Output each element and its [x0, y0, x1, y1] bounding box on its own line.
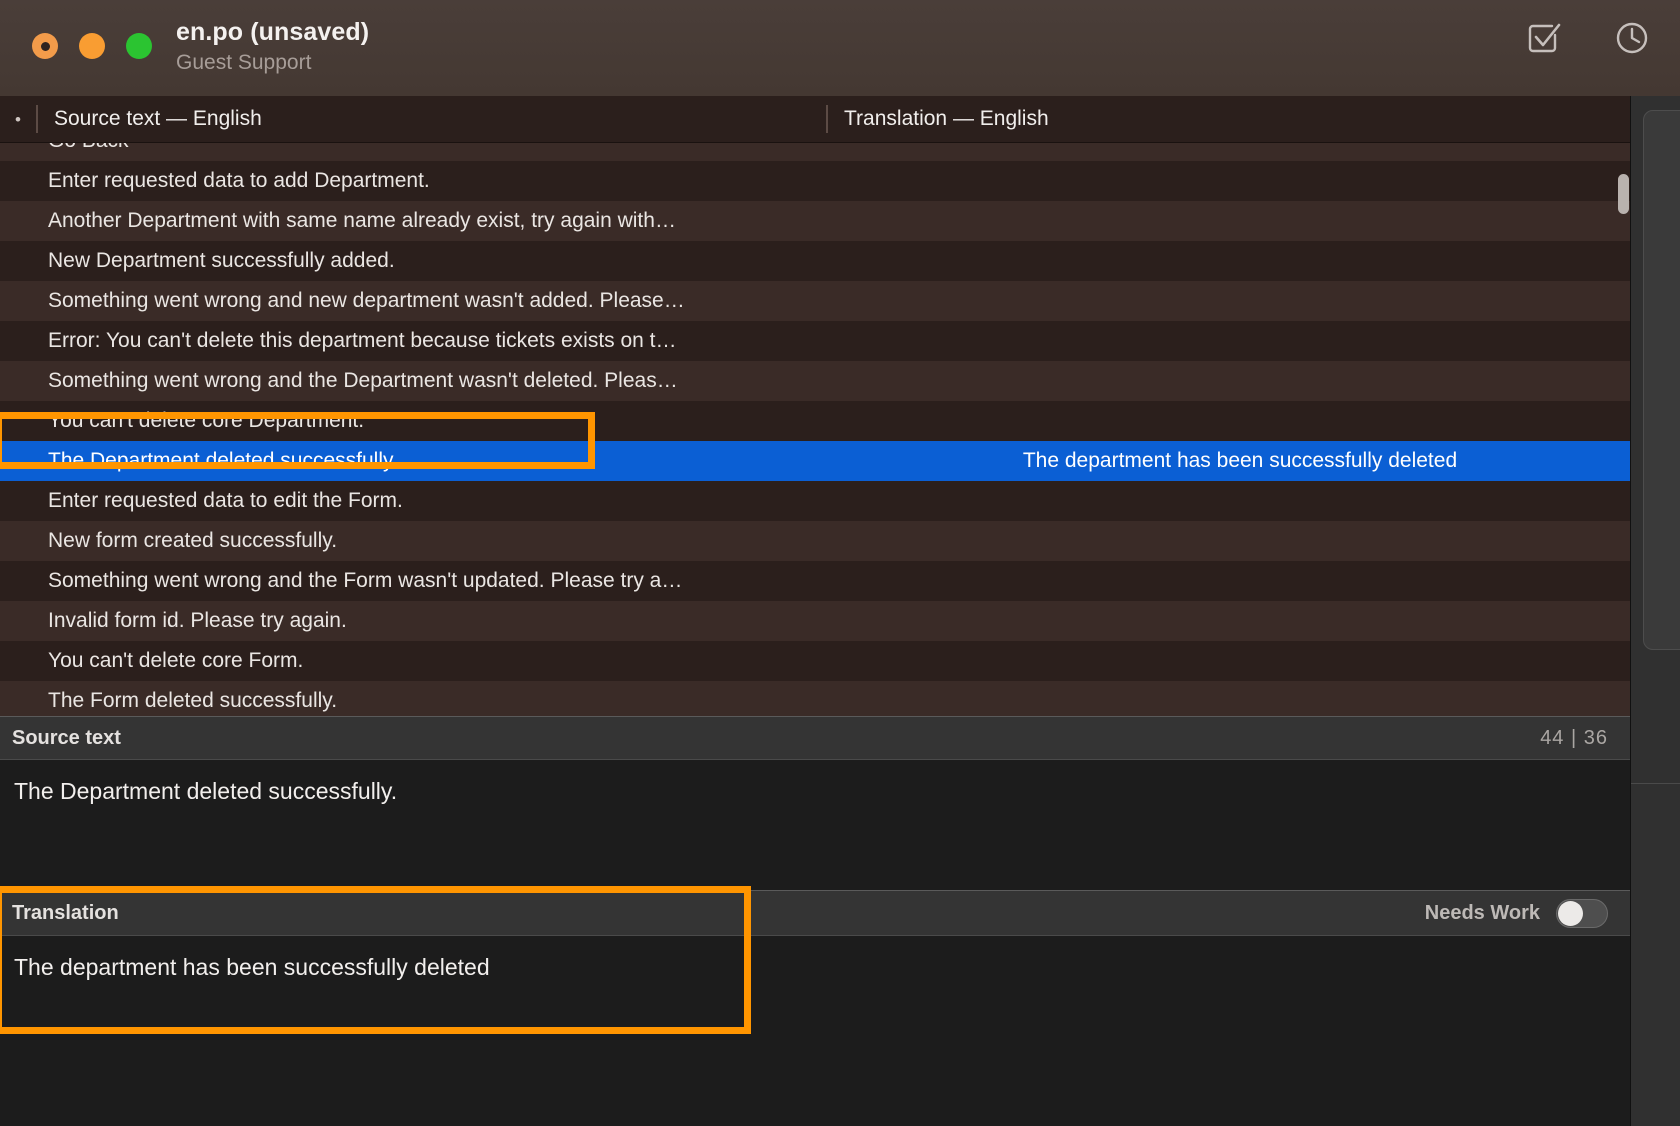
translation-label: Translation: [12, 901, 119, 924]
row-source-text: New Department successfully added.: [48, 249, 395, 272]
toolbar-actions: [1524, 20, 1652, 60]
translation-panel-header: Translation Needs Work: [0, 890, 1630, 936]
table-row[interactable]: Something went wrong and new department …: [0, 281, 1630, 321]
row-source-text: You can't delete core Department.: [48, 409, 365, 432]
character-counter: 44 | 36: [1540, 726, 1608, 749]
needs-work-toggle[interactable]: [1556, 898, 1608, 928]
source-text-value: The Department deleted successfully.: [0, 760, 1630, 890]
row-source-text: Enter requested data to add Department.: [48, 169, 430, 192]
minimize-button-icon[interactable]: [79, 33, 105, 59]
row-source-text: You can't delete core Form.: [48, 649, 304, 672]
row-source-text: Error: You can't delete this department …: [48, 329, 677, 352]
traffic-light-buttons: [32, 33, 152, 59]
poedit-window: en.po (unsaved) Guest Support • Source t…: [0, 0, 1680, 1126]
row-source-text: Something went wrong and the Form wasn't…: [48, 569, 683, 592]
history-button[interactable]: [1612, 20, 1652, 60]
table-row[interactable]: New form created successfully.: [0, 521, 1630, 561]
zoom-button-icon[interactable]: [126, 33, 152, 59]
sidebar-suggestions-card[interactable]: [1643, 110, 1680, 650]
table-row[interactable]: Go Back: [0, 143, 1630, 161]
table-row[interactable]: Something went wrong and the Department …: [0, 361, 1630, 401]
row-source-text: The Form deleted successfully.: [48, 689, 338, 712]
row-source-text: Go Back: [0, 143, 790, 153]
table-row[interactable]: Invalid form id. Please try again.: [0, 601, 1630, 641]
needs-work-label: Needs Work: [1424, 901, 1540, 924]
checkbox-check-icon: [1527, 21, 1561, 60]
validate-button[interactable]: [1524, 20, 1564, 60]
sidebar-divider: [1631, 783, 1680, 784]
status-column-header: •: [15, 109, 21, 129]
row-source-text: The Department deleted successfully.: [48, 449, 398, 472]
row-source-text: New form created successfully.: [48, 529, 338, 552]
table-row[interactable]: You can't delete core Department.: [0, 401, 1630, 441]
table-row[interactable]: Another Department with same name alread…: [0, 201, 1630, 241]
row-source-text: Another Department with same name alread…: [48, 209, 676, 232]
table-row[interactable]: Something went wrong and the Form wasn't…: [0, 561, 1630, 601]
table-row[interactable]: The Department deleted successfully. The …: [0, 441, 1630, 481]
list-scrollbar[interactable]: [1617, 143, 1630, 716]
table-row[interactable]: New Department successfully added.: [0, 241, 1630, 281]
table-row[interactable]: The Form deleted successfully.: [0, 681, 1630, 716]
source-column-header[interactable]: Source text — English: [36, 105, 826, 133]
row-source-text: Enter requested data to edit the Form.: [48, 489, 403, 512]
list-scrollbar-thumb[interactable]: [1618, 174, 1629, 214]
table-column-headers: • Source text — English Translation — En…: [0, 96, 1630, 143]
table-row[interactable]: Error: You can't delete this department …: [0, 321, 1630, 361]
row-translation-text: The department has been successfully del…: [1022, 449, 1458, 472]
window-subtitle: Guest Support: [176, 51, 312, 74]
close-button-icon[interactable]: [32, 33, 58, 59]
window-title-block: en.po (unsaved) Guest Support: [176, 17, 369, 76]
table-row[interactable]: You can't delete core Form.: [0, 641, 1630, 681]
needs-work-control[interactable]: Needs Work: [1424, 898, 1608, 928]
source-text-label: Source text: [12, 726, 121, 749]
translation-list[interactable]: Go Back Enter requested data to add Depar…: [0, 143, 1630, 716]
clock-history-icon: [1615, 21, 1649, 60]
row-source-text: Invalid form id. Please try again.: [48, 609, 347, 632]
row-source-text: Something went wrong and new department …: [48, 289, 685, 312]
needs-work-toggle-knob: [1558, 900, 1583, 926]
table-row[interactable]: Enter requested data to add Department.: [0, 161, 1630, 201]
title-bar: en.po (unsaved) Guest Support: [0, 0, 1680, 96]
translation-input[interactable]: The department has been successfully del…: [0, 936, 1630, 1126]
table-row[interactable]: Enter requested data to edit the Form.: [0, 481, 1630, 521]
right-sidebar: [1630, 96, 1680, 1126]
window-title: en.po (unsaved): [176, 18, 370, 46]
source-text-panel-header: Source text 44 | 36: [0, 716, 1630, 760]
row-source-text: Something went wrong and the Department …: [48, 369, 678, 392]
translation-column-header[interactable]: Translation — English: [826, 105, 1630, 133]
